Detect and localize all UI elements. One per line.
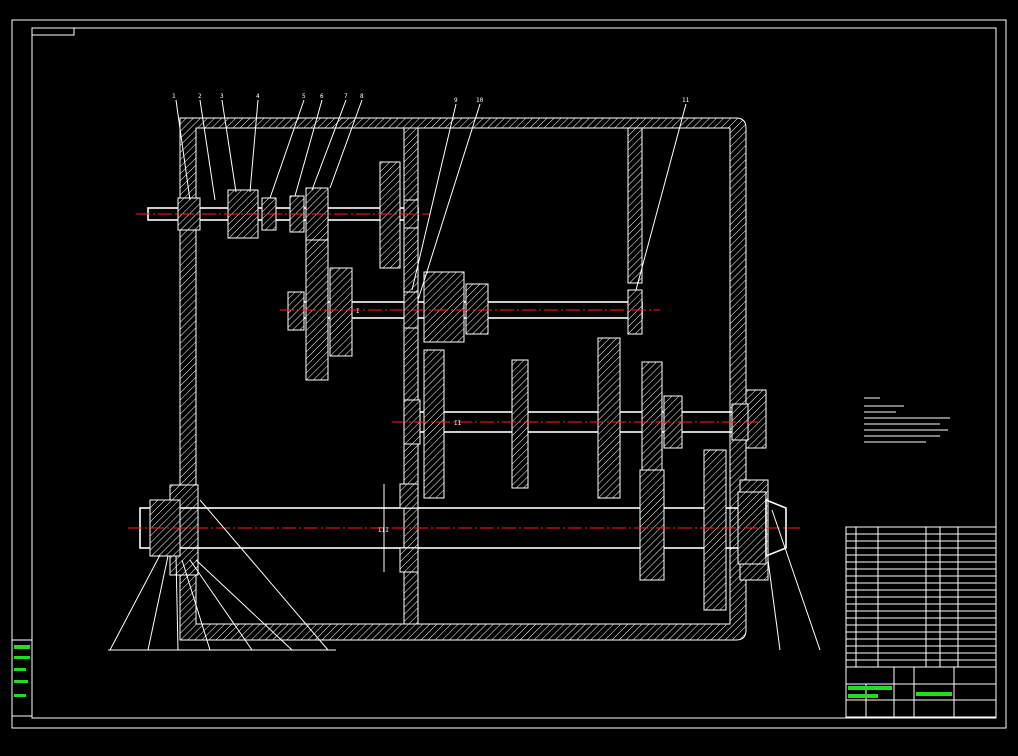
callout-6: 6: [320, 93, 324, 100]
right-boss-upper: [745, 389, 767, 449]
callout-2: 2: [198, 93, 202, 100]
callout-9: 9: [454, 97, 458, 104]
callout-7: 7: [344, 93, 348, 100]
shaft-label-2: II: [454, 420, 462, 427]
callout-11: 11: [682, 97, 690, 104]
shaft-label-1: I: [356, 308, 360, 315]
inner-wall-right: [627, 127, 643, 284]
callout-8: 8: [360, 93, 364, 100]
shaft-output: [128, 449, 800, 611]
corner-box: [31, 27, 75, 36]
gearbox-drawing: 1 2 3 4 5 6 7 8 9 10 11 I II III: [11, 19, 1007, 729]
callout-3: 3: [220, 93, 224, 100]
shaft-label-3: III: [378, 527, 389, 534]
callout-5: 5: [302, 93, 306, 100]
parts-list-table: [845, 526, 997, 668]
callout-1: 1: [172, 93, 176, 100]
callout-4: 4: [256, 93, 260, 100]
technical-notes: [864, 397, 950, 443]
callout-10: 10: [476, 97, 484, 104]
title-block: [845, 666, 997, 718]
revision-stamp: [11, 639, 33, 717]
